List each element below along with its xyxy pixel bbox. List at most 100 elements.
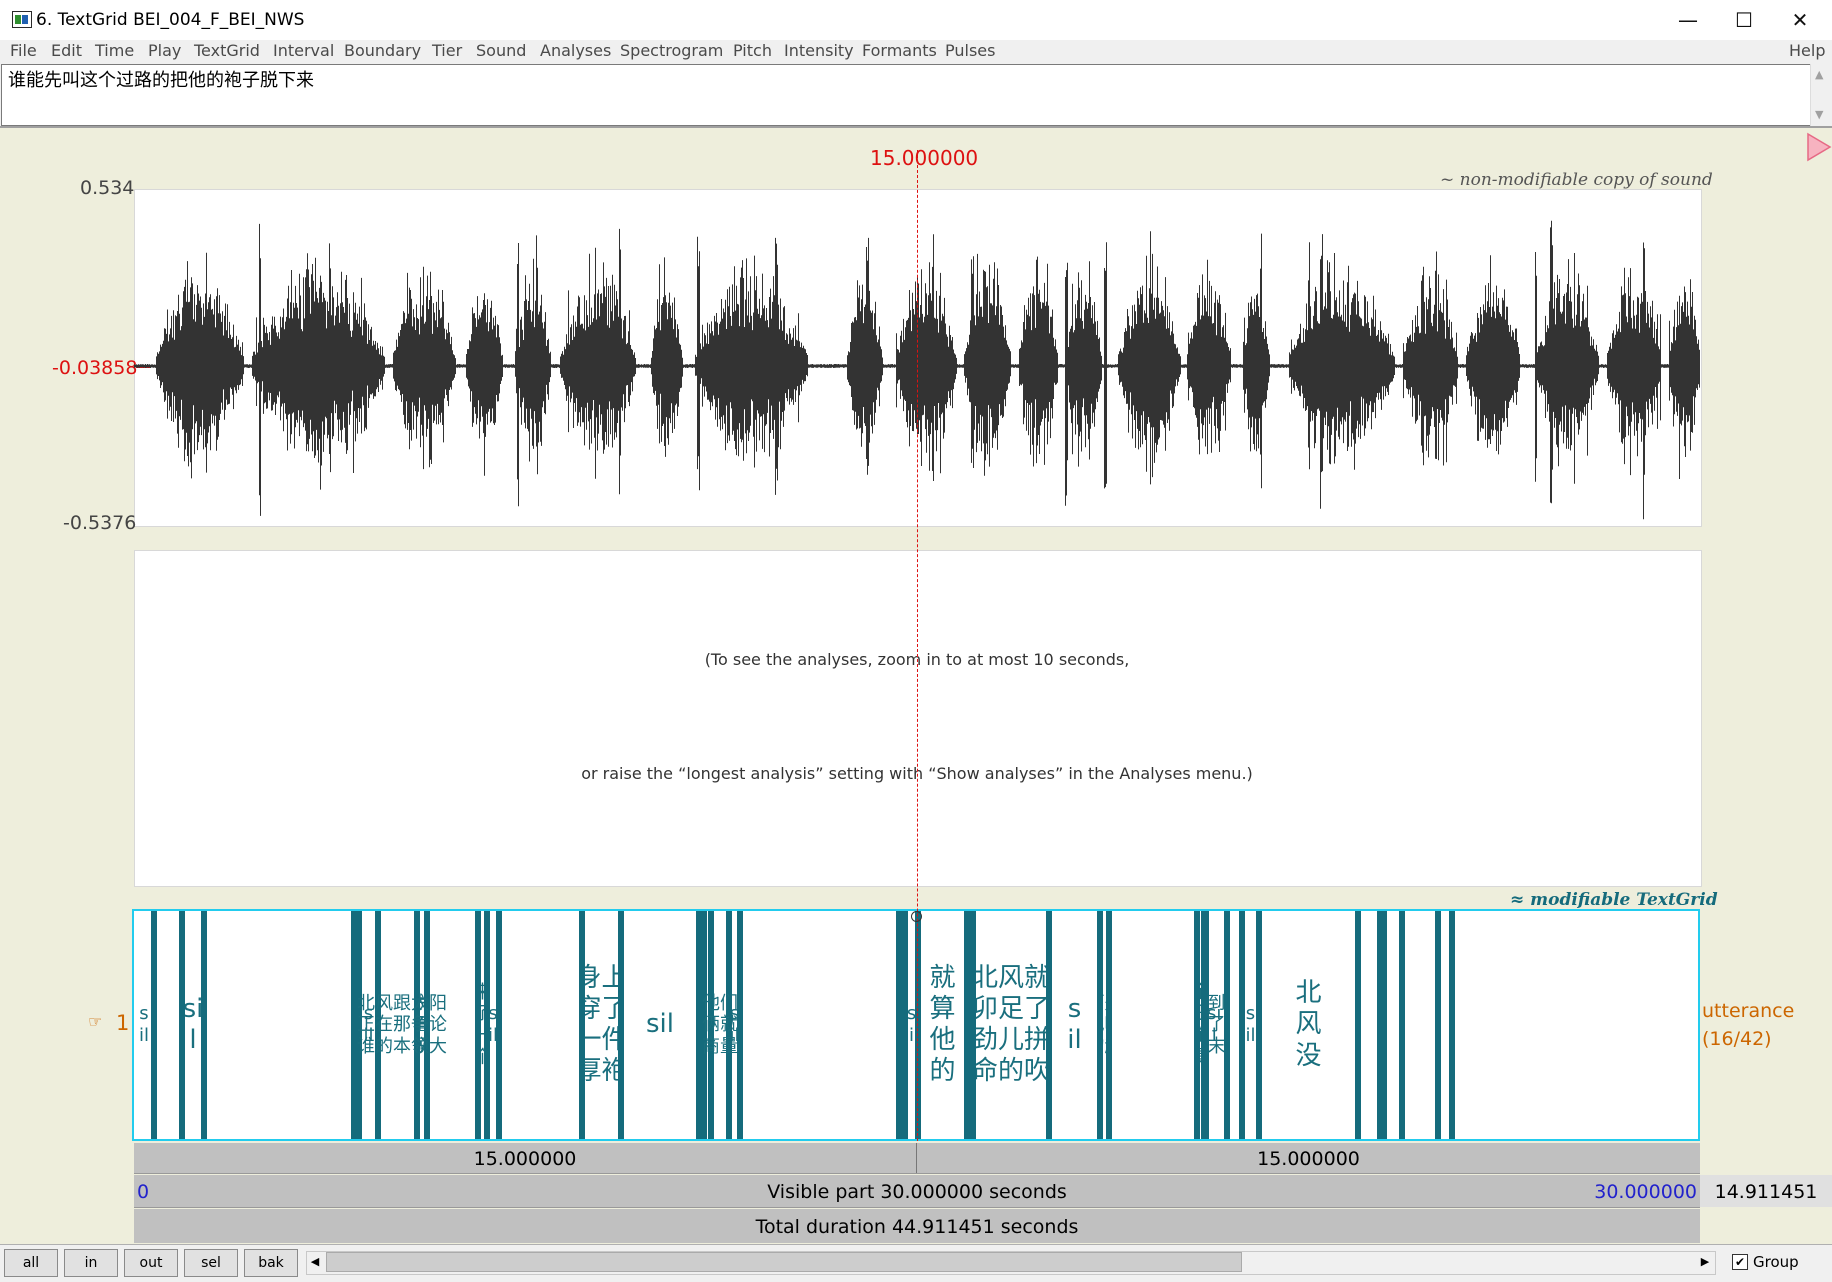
interval[interactable]: s il — [732, 911, 737, 1139]
analysis-panel[interactable] — [134, 550, 1702, 887]
interval[interactable]: 身上 穿了 一件 厚袍 — [585, 911, 618, 1139]
interval-boundary[interactable] — [1435, 911, 1441, 1139]
menu-pitch[interactable]: Pitch — [733, 41, 772, 60]
interval[interactable] — [1112, 911, 1194, 1139]
menu-interval[interactable]: Interval — [273, 41, 334, 60]
menu-sound[interactable]: Sound — [476, 41, 526, 60]
praat-window-icon — [12, 11, 32, 28]
menu-boundary[interactable]: Boundary — [344, 41, 421, 60]
interval[interactable] — [430, 911, 475, 1139]
menu-tier[interactable]: Tier — [432, 41, 462, 60]
zoom-all-button[interactable]: all — [4, 1249, 58, 1277]
sound-y-min: -0.5376 — [63, 512, 137, 534]
tier-pointer-icon: ☞ — [88, 1012, 103, 1031]
zoom-in-button[interactable]: in — [64, 1249, 118, 1277]
interval[interactable]: 说 着 说 — [420, 911, 424, 1139]
interval[interactable] — [1361, 911, 1377, 1139]
interval-boundary[interactable] — [1399, 911, 1405, 1139]
interval-label: s il — [138, 1003, 149, 1046]
interval-label: 那个人 就把他 的袍子 裹得越 — [1200, 982, 1201, 1068]
window-title: 6. TextGrid BEI_004_F_BEI_NWS — [36, 10, 305, 30]
interval[interactable]: si l — [185, 911, 201, 1139]
interval[interactable]: 北 风 没 — [1262, 911, 1355, 1139]
scroll-right-icon[interactable]: ▶ — [1697, 1252, 1713, 1272]
interval[interactable] — [707, 911, 708, 1139]
left-segment-duration[interactable]: 15.000000 — [134, 1148, 916, 1170]
interval-label: s il — [1245, 1003, 1256, 1046]
zoom-sel-button[interactable]: sel — [184, 1249, 238, 1277]
interval[interactable]: s il — [1245, 911, 1256, 1139]
play-triangle-icon[interactable] — [1806, 132, 1832, 162]
zoom-out-button[interactable]: out — [124, 1249, 178, 1277]
interval-label: s il — [490, 1003, 496, 1046]
interval[interactable]: 那个人 就把他 的袍子 裹得越 — [1200, 911, 1201, 1139]
visible-part-label: Visible part 30.000000 seconds — [767, 1181, 1067, 1203]
interval[interactable]: s il — [137, 911, 151, 1139]
interval[interactable]: s i — [908, 911, 915, 1139]
tier-count: (16/42) — [1702, 1028, 1772, 1050]
interval[interactable] — [743, 911, 896, 1139]
menu-help[interactable]: Help — [1789, 41, 1825, 60]
menu-intensity[interactable]: Intensity — [784, 41, 854, 60]
interval[interactable] — [502, 911, 579, 1139]
textgrid-header: ≈ modifiable TextGrid — [1510, 890, 1718, 910]
interval-label: 来 了 一 个 — [481, 982, 484, 1068]
interval[interactable] — [714, 911, 726, 1139]
tier-name: utterance — [1702, 1000, 1795, 1022]
interval[interactable]: 可是 他吹 的越 — [1103, 911, 1106, 1139]
interval-label: 就 算 他 的 — [929, 962, 956, 1087]
menu-spectrogram[interactable]: Spectrogram — [620, 41, 723, 60]
zoom-back-button[interactable]: bak — [244, 1249, 298, 1277]
scroll-down-icon[interactable]: ▼ — [1815, 108, 1823, 121]
menu-file[interactable]: File — [10, 41, 37, 60]
sound-y-zero: -0.03858 — [52, 357, 138, 379]
window-remaining: 14.911451 — [1714, 1181, 1818, 1203]
interval-label: s il — [1067, 993, 1082, 1055]
minimize-button[interactable]: — — [1660, 0, 1716, 40]
interval-text-value: 谁能先叫这个过路的把他的袍子脱下来 — [8, 70, 314, 91]
interval[interactable]: 到 了 末 — [1209, 911, 1224, 1139]
interval[interactable] — [1230, 911, 1239, 1139]
interval-text-field[interactable]: 谁能先叫这个过路的把他的袍子脱下来 — [1, 64, 1811, 126]
tier-utterance[interactable]: s ilsi l北风跟太阳 正在那争论 谁的本领大s il说 着 说来 了 一 … — [132, 909, 1700, 1141]
cursor-boundary-handle[interactable] — [911, 911, 922, 922]
interval-label: si l — [185, 994, 201, 1055]
interval[interactable]: s il — [1052, 911, 1097, 1139]
menu-pulses[interactable]: Pulses — [945, 41, 995, 60]
sound-header: ~ non-modifiable copy of sound — [1440, 170, 1713, 190]
interval[interactable]: s il — [490, 911, 496, 1139]
interval-label: sil — [646, 1009, 674, 1040]
interval-label: 身上 穿了 一件 厚袍 — [585, 963, 618, 1088]
interval-label: 北风就 卯足了 劲儿拼 命的吹 — [976, 962, 1046, 1087]
interval-label: s il — [363, 1003, 374, 1046]
cursor-line — [917, 150, 918, 1146]
interval[interactable]: 北风就 卯足了 劲儿拼 命的吹 — [976, 911, 1046, 1139]
menu-time[interactable]: Time — [95, 41, 134, 60]
maximize-button[interactable]: ☐ — [1716, 0, 1772, 40]
interval-boundary[interactable] — [1449, 911, 1455, 1139]
interval[interactable]: s il — [362, 911, 375, 1139]
right-segment-duration[interactable]: 15.000000 — [917, 1148, 1700, 1170]
interval[interactable] — [381, 911, 414, 1139]
visible-end-time: 30.000000 — [1594, 1181, 1697, 1203]
scroll-up-icon[interactable]: ▲ — [1815, 68, 1823, 81]
interval[interactable] — [157, 911, 179, 1139]
interval-boundary[interactable] — [1381, 911, 1387, 1139]
cursor-time-label: 15.000000 — [870, 146, 979, 170]
text-field-scrollbar[interactable]: ▲ ▼ — [1810, 64, 1831, 126]
close-button[interactable]: ✕ — [1772, 0, 1828, 40]
menu-play[interactable]: Play — [148, 41, 181, 60]
interval[interactable]: 来 了 一 个 — [481, 911, 484, 1139]
interval[interactable]: 就 算 他 的 — [921, 911, 964, 1139]
interval-label: 可是 他吹 的越 — [1103, 993, 1106, 1058]
group-checkbox[interactable]: ✔ — [1732, 1254, 1748, 1270]
menu-formants[interactable]: Formants — [862, 41, 937, 60]
scrollbar-thumb[interactable] — [326, 1252, 1242, 1272]
interval[interactable] — [207, 911, 351, 1139]
scroll-left-icon[interactable]: ◀ — [307, 1252, 323, 1272]
menu-analyses[interactable]: Analyses — [540, 41, 611, 60]
interval-label: 北 风 没 — [1295, 978, 1322, 1071]
menu-edit[interactable]: Edit — [51, 41, 82, 60]
interval[interactable]: sil — [624, 911, 696, 1139]
menu-textgrid[interactable]: TextGrid — [194, 41, 260, 60]
